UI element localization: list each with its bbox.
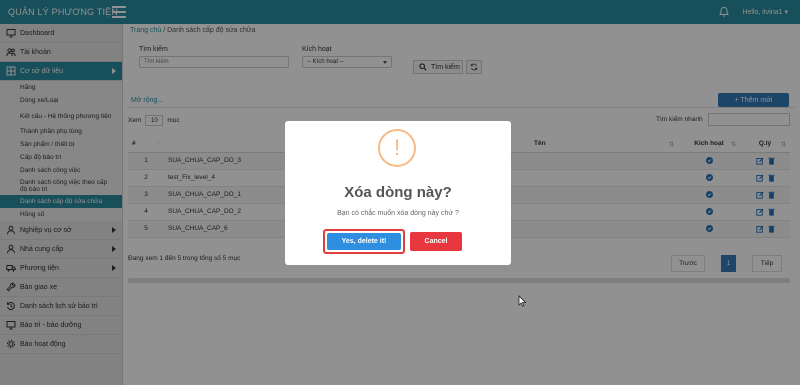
warning-icon: !	[378, 129, 416, 167]
mouse-cursor-icon	[518, 295, 526, 307]
confirm-delete-dialog: ! Xóa dòng này? Bạn có chắc muốn xóa dòn…	[285, 121, 511, 265]
confirm-delete-button[interactable]: Yes, delete it!	[323, 229, 405, 254]
dialog-message: Bạn có chắc muốn xóa dòng này chứ ?	[337, 210, 459, 217]
cancel-button[interactable]: Cancel	[410, 232, 462, 251]
confirm-delete-label: Yes, delete it!	[327, 233, 401, 250]
dialog-title: Xóa dòng này?	[344, 184, 452, 201]
